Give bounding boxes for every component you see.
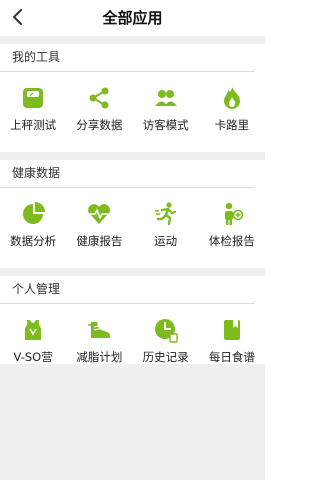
recipe-book-icon [223, 320, 240, 340]
app-label: 运动 [154, 234, 178, 248]
app-label: 上秤测试 [10, 118, 57, 132]
heart-pulse-icon [88, 204, 111, 224]
header: 全部应用 [0, 0, 265, 36]
share-icon [89, 87, 109, 109]
scale-icon [23, 88, 44, 108]
divider [0, 268, 265, 276]
app-item-scale-test[interactable]: 上秤测试 [0, 72, 66, 152]
section-health-data: 健康数据 数据分析 健康报告 运动 体检报告 [0, 160, 265, 268]
section-title: 健康数据 [0, 160, 255, 188]
background-fill [0, 364, 265, 480]
section-my-tools: 我的工具 上秤测试 分享数据 访客模式 卡路里 [0, 44, 265, 152]
guest-users-icon [154, 90, 177, 106]
app-label: 访客模式 [142, 118, 189, 132]
app-label: 数据分析 [10, 234, 57, 248]
app-item-share-data[interactable]: 分享数据 [66, 72, 132, 152]
shoe-icon [88, 322, 111, 338]
person-plus-icon [224, 202, 244, 225]
vest-icon [25, 320, 42, 340]
app-label: V-SO营 [13, 350, 53, 364]
section-title: 个人管理 [0, 276, 255, 304]
app-item-guest-mode[interactable]: 访客模式 [133, 72, 199, 152]
app-label: 减脂计划 [76, 350, 123, 364]
pie-chart-icon [23, 202, 46, 224]
running-icon [154, 202, 176, 226]
app-label: 健康报告 [76, 234, 123, 248]
page-title: 全部应用 [102, 9, 163, 27]
divider [0, 36, 265, 44]
flame-icon [223, 87, 240, 109]
divider [0, 152, 265, 160]
app-item-exercise[interactable]: 运动 [133, 188, 199, 268]
app-label: 卡路里 [214, 118, 250, 132]
app-label: 历史记录 [142, 350, 189, 364]
clock-icon [154, 319, 178, 343]
app-label: 分享数据 [76, 118, 123, 132]
app-item-calorie[interactable]: 卡路里 [199, 72, 265, 152]
app-item-health-report[interactable]: 健康报告 [66, 188, 132, 268]
section-title: 我的工具 [0, 44, 255, 72]
app-item-data-analysis[interactable]: 数据分析 [0, 188, 66, 268]
app-item-checkup-report[interactable]: 体检报告 [199, 188, 265, 268]
app-label: 体检报告 [208, 234, 255, 248]
app-label: 每日食谱 [208, 350, 255, 364]
